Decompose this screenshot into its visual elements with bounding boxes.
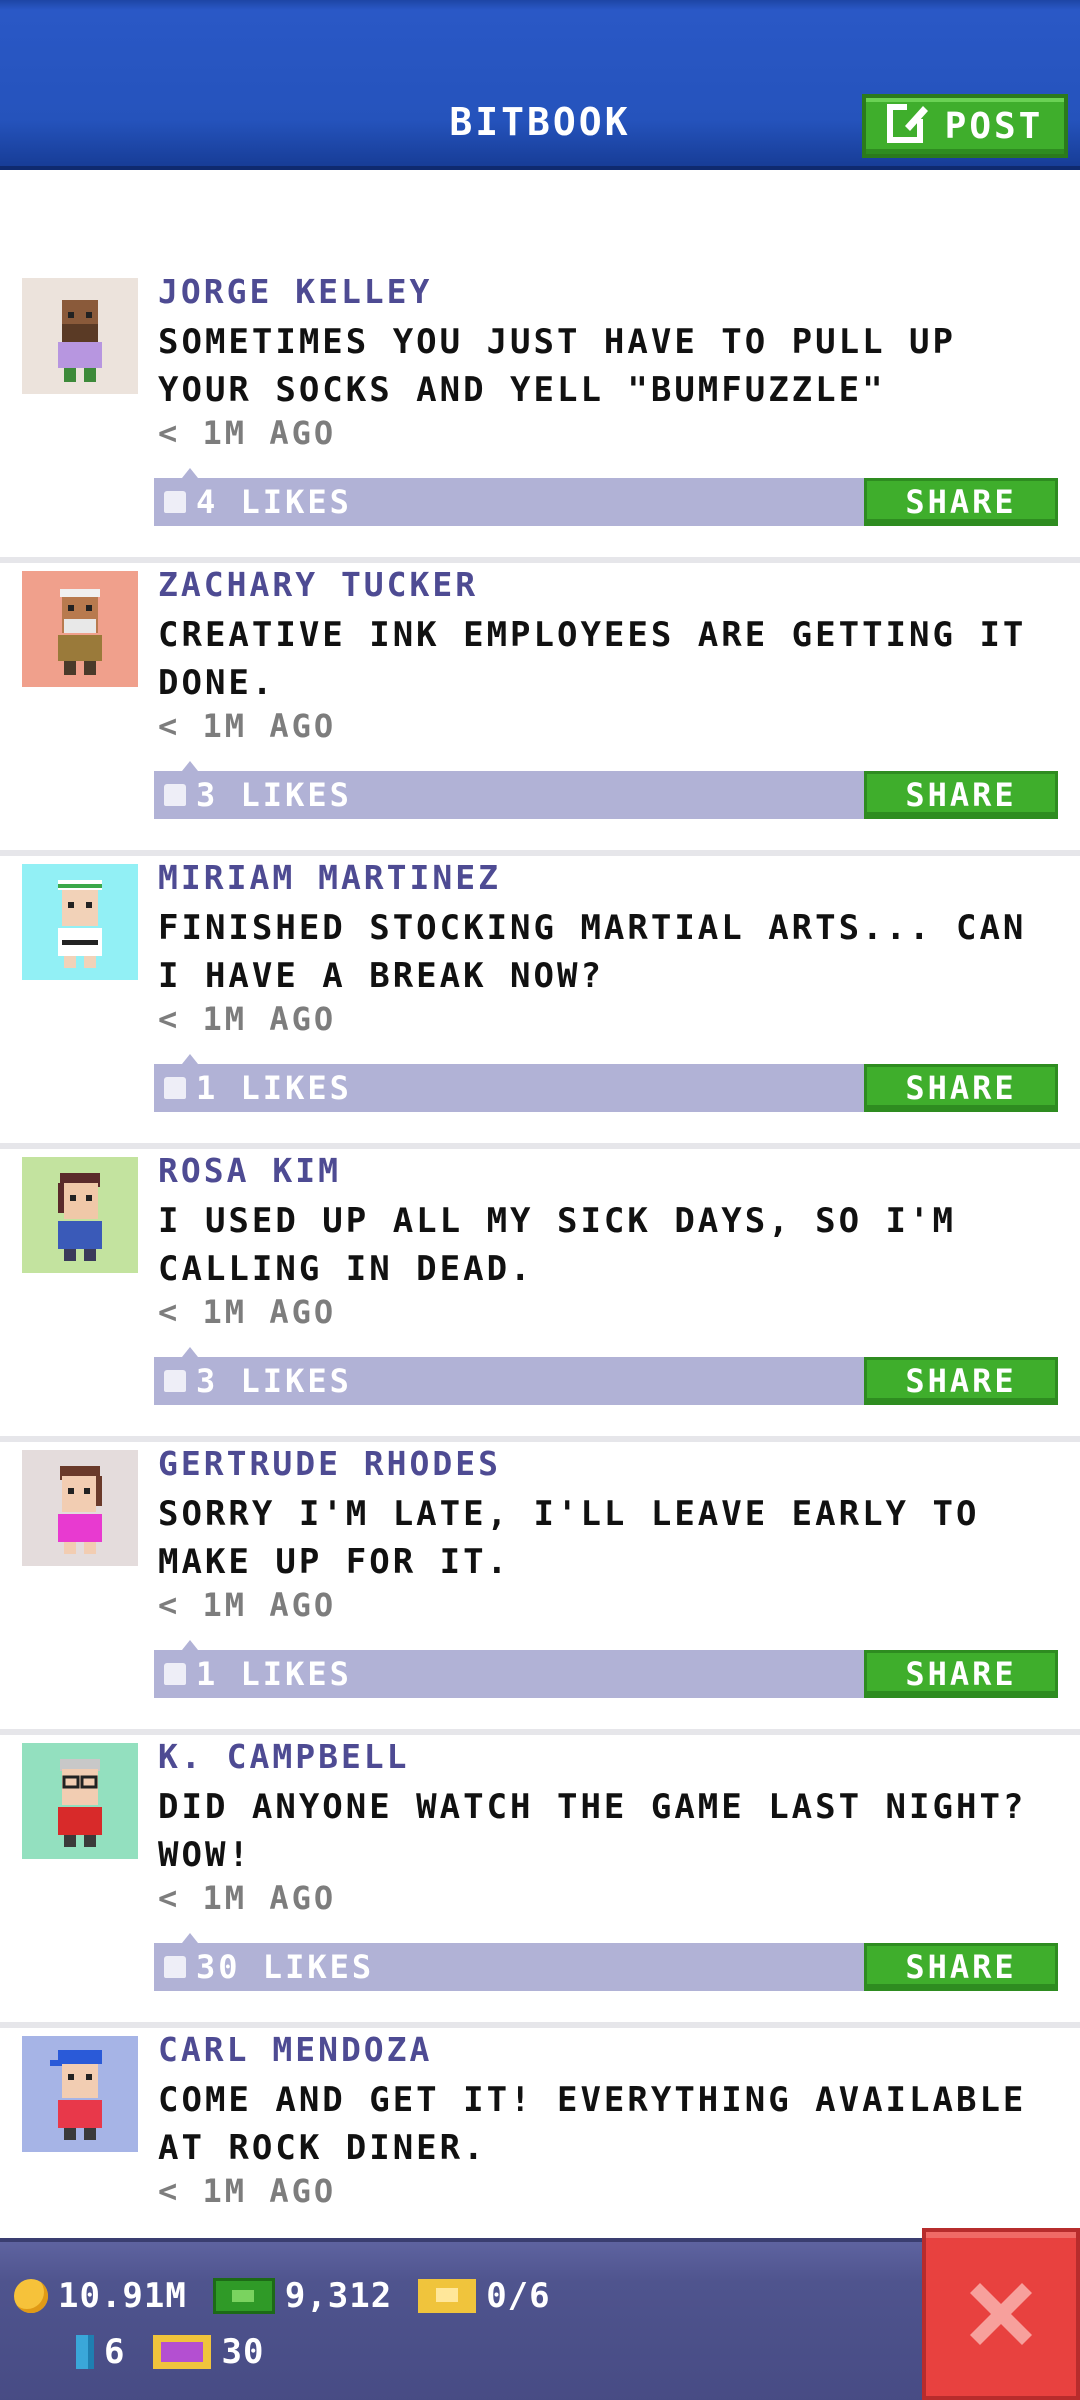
share-button[interactable]: SHARE — [864, 1943, 1058, 1991]
likes-count: 3 LIKES — [196, 776, 352, 814]
post-text: CREATIVE INK EMPLOYEES ARE GETTING IT DO… — [158, 615, 1027, 703]
feed-post: ZACHARY TUCKER CREATIVE INK EMPLOYEES ARE… — [0, 563, 1080, 856]
bux-value: 6 — [104, 2332, 126, 2372]
user-avatar[interactable] — [22, 1450, 138, 1566]
post-text: I USED UP ALL MY SICK DAYS, SO I'M CALLI… — [158, 1201, 956, 1289]
thumbs-up-icon — [164, 1370, 186, 1392]
post-timestamp: < 1M AGO — [158, 1293, 337, 1331]
feed-post: K. CAMPBELL DID ANYONE WATCH THE GAME LAS… — [0, 1735, 1080, 2028]
compose-icon — [886, 100, 931, 153]
post-timestamp: < 1M AGO — [158, 1000, 337, 1038]
post-timestamp: < 1M AGO — [158, 1879, 337, 1917]
likes-count: 1 LIKES — [196, 1655, 352, 1693]
feed-post: ROSA KIM I USED UP ALL MY SICK DAYS, SO I… — [0, 1149, 1080, 1442]
currency-row-bottom: 6 30 — [76, 2332, 264, 2372]
thumbs-up-icon — [164, 1077, 186, 1099]
post-timestamp: < 1M AGO — [158, 1586, 337, 1624]
coin-icon — [14, 2279, 48, 2313]
post-button-label: POST — [944, 105, 1044, 147]
coins-value: 10.91M — [58, 2276, 187, 2316]
cash-value: 9,312 — [284, 2276, 393, 2316]
feed-post: MIRIAM MARTINEZ FINISHED STOCKING MARTIAL… — [0, 856, 1080, 1149]
cash-icon — [212, 2278, 275, 2314]
share-button[interactable]: SHARE — [864, 1064, 1058, 1112]
close-icon — [970, 2283, 1032, 2345]
user-avatar[interactable] — [22, 571, 138, 687]
post-author[interactable]: ZACHARY TUCKER — [158, 565, 478, 604]
tickets-value: 0/6 — [486, 2276, 551, 2316]
feed-post: JORGE KELLEY SOMETIMES YOU JUST HAVE TO P… — [0, 270, 1080, 563]
ticket-icon — [418, 2279, 477, 2313]
post-timestamp: < 1M AGO — [158, 414, 337, 452]
header-bar: BITBOOK POST — [0, 0, 1080, 170]
share-button[interactable]: SHARE — [864, 478, 1058, 526]
feed-post: GERTRUDE RHODES SORRY I'M LATE, I'LL LEAV… — [0, 1442, 1080, 1735]
likes-count: 4 LIKES — [196, 483, 352, 521]
vip-icon — [153, 2335, 212, 2369]
likes-count: 1 LIKES — [196, 1069, 352, 1107]
bitbook-screen: BITBOOK POST JORGE KELLEY SOMETIMES YOU J… — [0, 0, 1080, 2400]
like-button[interactable]: 1 LIKES — [154, 1640, 864, 1698]
post-text: SORRY I'M LATE, I'LL LEAVE EARLY TO MAKE… — [158, 1494, 980, 1582]
post-timestamp: < 1M AGO — [158, 707, 337, 745]
post-button[interactable]: POST — [862, 94, 1068, 158]
like-button[interactable]: 30 LIKES — [154, 1933, 864, 1991]
post-text: DID ANYONE WATCH THE GAME LAST NIGHT? WO… — [158, 1787, 1027, 1875]
user-avatar[interactable] — [22, 1743, 138, 1859]
user-avatar[interactable] — [22, 1157, 138, 1273]
like-button[interactable]: 3 LIKES — [154, 761, 864, 819]
likes-count: 30 LIKES — [196, 1948, 375, 1986]
user-avatar[interactable] — [22, 278, 138, 394]
likes-count: 3 LIKES — [196, 1362, 352, 1400]
post-author[interactable]: JORGE KELLEY — [158, 272, 432, 311]
thumbs-up-icon — [164, 1956, 186, 1978]
currency-row-top: 10.91M 9,312 0/6 — [14, 2276, 551, 2316]
share-button[interactable]: SHARE — [864, 771, 1058, 819]
user-avatar[interactable] — [22, 864, 138, 980]
thumbs-up-icon — [164, 491, 186, 513]
thumbs-up-icon — [164, 784, 186, 806]
feed-list[interactable]: JORGE KELLEY SOMETIMES YOU JUST HAVE TO P… — [0, 270, 1080, 2321]
like-button[interactable]: 4 LIKES — [154, 468, 864, 526]
post-text: FINISHED STOCKING MARTIAL ARTS... CAN I … — [158, 908, 1027, 996]
close-button[interactable] — [922, 2228, 1080, 2400]
post-author[interactable]: GERTRUDE RHODES — [158, 1444, 501, 1483]
bux-icon — [76, 2335, 94, 2369]
post-author[interactable]: ROSA KIM — [158, 1151, 341, 1190]
share-button[interactable]: SHARE — [864, 1357, 1058, 1405]
like-button[interactable]: 1 LIKES — [154, 1054, 864, 1112]
share-button[interactable]: SHARE — [864, 1650, 1058, 1698]
post-author[interactable]: CARL MENDOZA — [158, 2030, 432, 2069]
currency-bar: 10.91M 9,312 0/6 6 30 — [0, 2238, 1080, 2400]
post-timestamp: < 1M AGO — [158, 2172, 337, 2210]
post-author[interactable]: K. CAMPBELL — [158, 1737, 410, 1776]
vip-value: 30 — [221, 2332, 265, 2372]
user-avatar[interactable] — [22, 2036, 138, 2152]
post-text: SOMETIMES YOU JUST HAVE TO PULL UP YOUR … — [158, 322, 956, 410]
thumbs-up-icon — [164, 1663, 186, 1685]
like-button[interactable]: 3 LIKES — [154, 1347, 864, 1405]
post-text: COME AND GET IT! EVERYTHING AVAILABLE AT… — [158, 2080, 1027, 2168]
post-author[interactable]: MIRIAM MARTINEZ — [158, 858, 501, 897]
